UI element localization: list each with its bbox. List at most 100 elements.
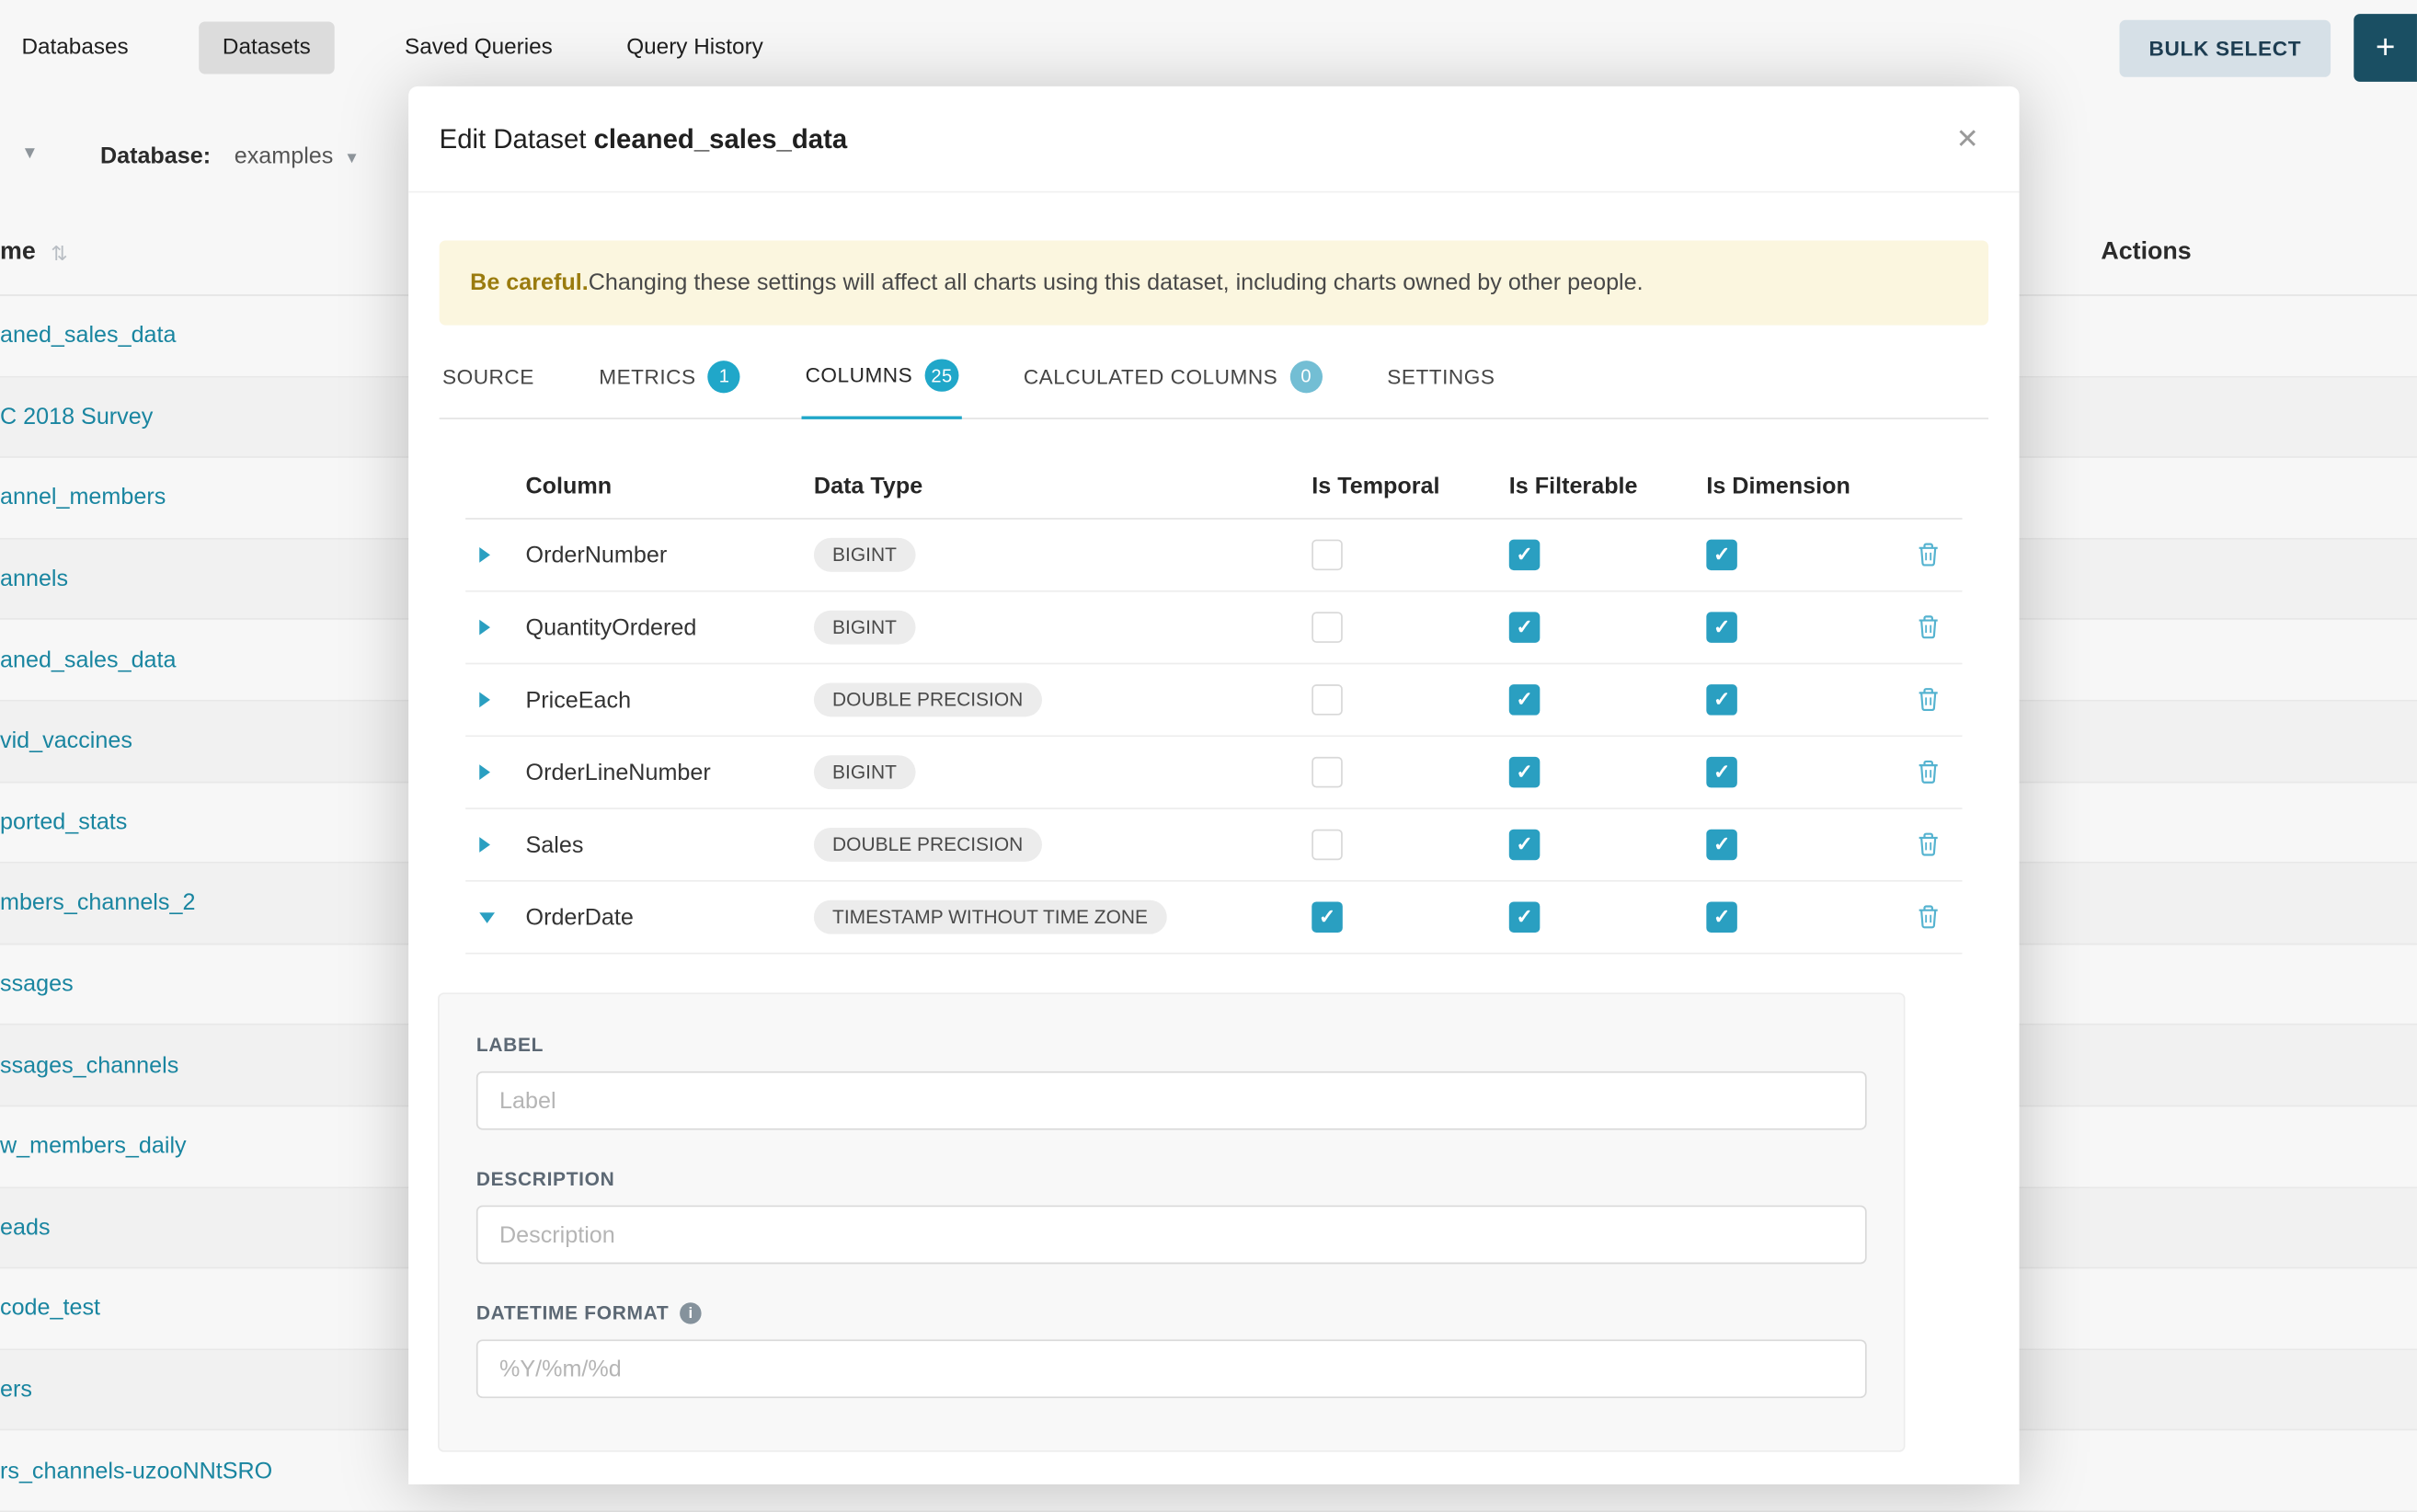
close-icon[interactable]: ✕ [1956,125,1979,153]
nav-item-query-history[interactable]: Query History [624,21,766,74]
label-field-label: LABEL [476,1035,1867,1056]
dataset-link[interactable]: mbers_channels_2 [0,890,195,916]
is-dimension-checkbox[interactable]: ✓ [1706,757,1737,788]
delete-column-button[interactable] [1895,832,1963,857]
expand-toggle[interactable] [465,693,518,708]
check-icon: ✓ [1713,543,1730,567]
trash-icon [1918,543,1939,567]
dataset-link[interactable]: ssages [0,971,74,997]
database-filter-select[interactable]: examples ▾ [235,143,357,169]
dataset-link[interactable]: ssages_channels [0,1052,178,1078]
add-button[interactable]: + [2354,14,2417,82]
delete-column-button[interactable] [1895,615,1963,640]
check-icon: ✓ [1713,832,1730,857]
tab-settings[interactable]: SETTINGS [1384,360,1498,418]
datetime-format-field-group: DATETIME FORMAT i [476,1302,1867,1398]
info-icon[interactable]: i [680,1302,701,1323]
column-row: OrderDate TIMESTAMP WITHOUT TIME ZONE ✓ … [465,882,1962,955]
column-name: Sales [518,831,806,857]
tab-label: METRICS [599,364,695,387]
dataset-link[interactable]: ers [0,1377,32,1403]
nav-actions: BULK SELECT + [2120,14,2417,82]
data-type-pill: BIGINT [814,538,915,572]
database-filter-value: examples [235,143,334,169]
column-name: OrderLineNumber [518,759,806,785]
data-type-header: Data Type [807,474,1300,499]
check-icon: ✓ [1516,687,1532,712]
dataset-link[interactable]: ported_stats [0,809,127,835]
delete-column-button[interactable] [1895,760,1963,785]
dataset-link[interactable]: rs_channels-uzooNNtSRO [0,1458,272,1483]
check-icon: ✓ [1516,832,1532,857]
dataset-link[interactable]: vid_vaccines [0,728,132,754]
expand-toggle[interactable] [465,911,518,922]
is-dimension-checkbox[interactable]: ✓ [1706,901,1737,933]
label-input[interactable] [476,1071,1867,1130]
name-column-header[interactable]: me [0,239,36,267]
is-temporal-checkbox[interactable]: ✓ [1312,540,1343,571]
data-type-pill: DOUBLE PRECISION [814,828,1041,862]
is-filterable-header: Is Filterable [1496,474,1694,499]
dataset-link[interactable]: aned_sales_data [0,647,177,672]
expand-toggle[interactable] [465,837,518,853]
data-type-pill: DOUBLE PRECISION [814,682,1041,716]
check-icon: ✓ [1516,615,1532,640]
dataset-link[interactable]: eads [0,1214,51,1240]
data-type-pill: BIGINT [814,755,915,789]
description-field-label: DESCRIPTION [476,1168,1867,1189]
is-filterable-checkbox[interactable]: ✓ [1509,684,1541,716]
tab-metrics[interactable]: METRICS 1 [596,360,744,418]
modal-title: Edit Dataset cleaned_sales_data [440,122,848,155]
sort-icon[interactable]: ⇅ [51,242,67,267]
caret-right-icon [479,620,490,636]
tab-calculated-columns[interactable]: CALCULATED COLUMNS 0 [1020,360,1325,418]
is-temporal-checkbox[interactable]: ✓ [1312,757,1343,788]
dataset-link[interactable]: code_test [0,1296,100,1322]
tab-source[interactable]: SOURCE [440,360,538,418]
check-icon: ✓ [1713,687,1730,712]
check-icon: ✓ [1713,760,1730,785]
expand-toggle[interactable] [465,764,518,780]
dataset-link[interactable]: annels [0,566,68,591]
column-row: PriceEach DOUBLE PRECISION ✓ ✓ ✓ [465,664,1962,737]
data-type-pill: BIGINT [814,611,915,645]
nav-item-saved-queries[interactable]: Saved Queries [402,21,556,74]
expand-toggle[interactable] [465,547,518,563]
delete-column-button[interactable] [1895,687,1963,712]
is-temporal-checkbox[interactable]: ✓ [1312,684,1343,716]
dataset-link[interactable]: aned_sales_data [0,323,177,349]
is-temporal-checkbox[interactable]: ✓ [1312,830,1343,861]
is-temporal-checkbox[interactable]: ✓ [1312,901,1343,933]
description-field-group: DESCRIPTION [476,1168,1867,1264]
bulk-select-button[interactable]: BULK SELECT [2120,19,2331,76]
check-icon: ✓ [1319,905,1335,930]
nav-item-databases[interactable]: Databases [18,21,132,74]
dataset-link[interactable]: annel_members [0,485,166,510]
is-dimension-checkbox[interactable]: ✓ [1706,684,1737,716]
is-filterable-checkbox[interactable]: ✓ [1509,540,1541,571]
nav-item-datasets[interactable]: Datasets [200,21,334,74]
is-temporal-checkbox[interactable]: ✓ [1312,612,1343,643]
delete-column-button[interactable] [1895,543,1963,567]
expand-toggle[interactable] [465,620,518,636]
datetime-format-input[interactable] [476,1339,1867,1398]
database-filter-label: Database: [100,143,211,169]
is-dimension-checkbox[interactable]: ✓ [1706,830,1737,861]
is-dimension-checkbox[interactable]: ✓ [1706,612,1737,643]
column-header: Column [518,474,806,499]
description-input[interactable] [476,1206,1867,1265]
is-filterable-checkbox[interactable]: ✓ [1509,757,1541,788]
trash-icon [1918,760,1939,785]
tab-columns[interactable]: COLUMNS 25 [802,360,962,419]
is-filterable-checkbox[interactable]: ✓ [1509,830,1541,861]
is-filterable-checkbox[interactable]: ✓ [1509,901,1541,933]
chevron-down-icon[interactable]: ▾ [25,141,35,166]
dataset-link[interactable]: C 2018 Survey [0,404,153,430]
check-icon: ✓ [1713,905,1730,930]
delete-column-button[interactable] [1895,905,1963,930]
dataset-link[interactable]: w_members_daily [0,1133,187,1159]
top-nav: Databases Datasets Saved Queries Query H… [0,0,2417,96]
is-filterable-checkbox[interactable]: ✓ [1509,612,1541,643]
is-dimension-checkbox[interactable]: ✓ [1706,540,1737,571]
tab-label: COLUMNS [806,364,913,387]
